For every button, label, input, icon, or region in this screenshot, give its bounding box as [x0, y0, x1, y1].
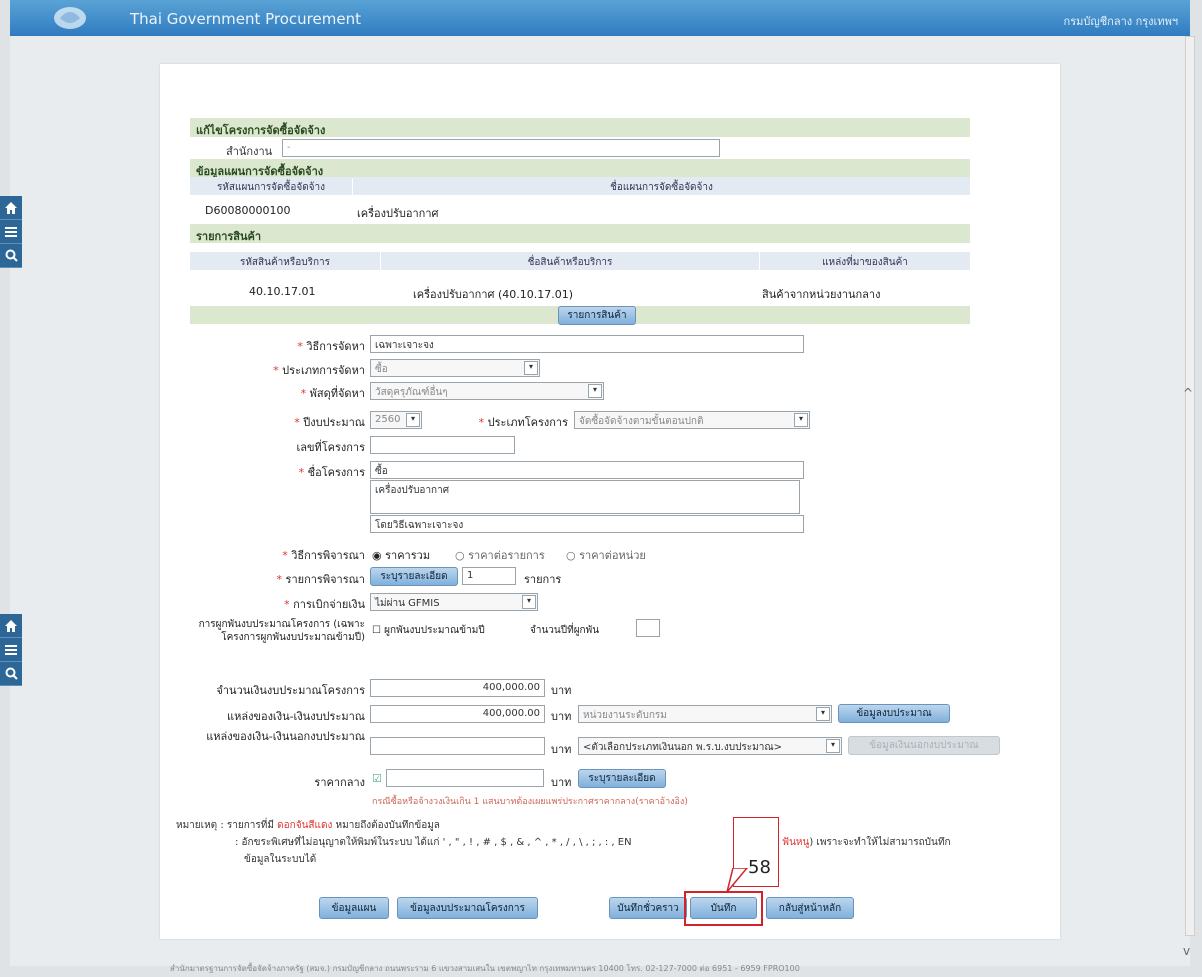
- home-icon[interactable]: [0, 614, 22, 638]
- menu-icon[interactable]: [0, 638, 22, 662]
- chevron-down-icon: ▾: [826, 739, 840, 753]
- side-toolbar-top: [0, 196, 22, 268]
- scrollbar-thumb[interactable]: [1185, 36, 1195, 936]
- search-icon[interactable]: [0, 244, 22, 268]
- source-select[interactable]: หน่วยงานระดับกรม ▾: [578, 705, 832, 723]
- items-col-name: ชื่อสินค้าหรือบริการ: [381, 252, 759, 270]
- commit-checkbox[interactable]: ☐ ผูกพันงบประมาณข้ามปี: [372, 623, 485, 638]
- budget-year-select[interactable]: 2560 ▾: [370, 411, 422, 429]
- plan-col-name: ชื่อแผนการจัดซื้อจัดจ้าง: [353, 177, 970, 195]
- department-name: กรมบัญชีกลาง กรุงเทพฯ: [1063, 15, 1178, 28]
- note-line-1: หมายเหตุ : รายการที่มี ดอกจันสีแดง หมายถ…: [176, 820, 440, 831]
- chevron-down-icon: ▾: [406, 413, 420, 427]
- section-project-header: แก้ไขโครงการจัดซื้อจัดจ้าง: [190, 118, 970, 137]
- method-field[interactable]: เฉพาะเจาะจง: [370, 335, 804, 353]
- section-plan-header: ข้อมูลแผนการจัดซื้อจัดจ้าง: [190, 159, 970, 178]
- plan-code: D60080000100: [205, 204, 291, 217]
- median-price-unit: บาท: [551, 776, 572, 789]
- chevron-down-icon: ▾: [522, 595, 536, 609]
- median-price-note: กรณีซื้อหรือจ้างวงเงินเกิน 1 แสนบาทต้องเ…: [372, 797, 688, 807]
- project-type-label: * ประเภทโครงการ: [478, 416, 568, 429]
- criteria-items-label: * รายการพิจารณา: [276, 573, 365, 586]
- note-line-3: ข้อมูลในระบบได้: [244, 854, 317, 865]
- outside-source-field[interactable]: [370, 737, 545, 755]
- source-field[interactable]: 400,000.00: [370, 705, 545, 723]
- item-source: สินค้าจากหน่วยงานกลาง: [762, 288, 881, 301]
- project-name-field-1[interactable]: ซื้อ: [370, 461, 804, 479]
- chevron-down-icon: ▾: [794, 413, 808, 427]
- note-line-2: : อักขระพิเศษที่ไม่อนุญาตให้พิมพ์ในระบบ …: [235, 837, 632, 848]
- logo-icon: [54, 7, 86, 29]
- project-no-field[interactable]: [370, 436, 515, 454]
- commit-years-label: จำนวนปีที่ผูกพัน: [530, 625, 600, 636]
- plan-col-code: รหัสแผนการจัดซื้อจัดจ้าง: [190, 177, 352, 195]
- chevron-down-icon: ▾: [524, 361, 538, 375]
- menu-icon[interactable]: [0, 220, 22, 244]
- method-label: * วิธีการจัดหา: [297, 340, 365, 353]
- commit-label: การผูกพันงบประมาณโครงการ (เฉพาะโครงการผู…: [198, 619, 365, 643]
- project-budget-button[interactable]: ข้อมูลงบประมาณโครงการ: [397, 897, 538, 919]
- save-draft-button[interactable]: บันทึกชั่วคราว: [609, 897, 687, 919]
- items-list-button[interactable]: รายการสินค้า: [558, 306, 636, 325]
- median-price-detail-button[interactable]: ระบุรายละเอียด: [578, 769, 666, 788]
- outside-source-label: แหล่งของเงิน-เงินนอกงบประมาณ: [206, 730, 365, 743]
- agency-label-text: สำนักงาน: [226, 145, 273, 158]
- criteria-items-unit: รายการ: [524, 573, 562, 586]
- project-name-label: * ชื่อโครงการ: [298, 466, 365, 479]
- budget-field[interactable]: 400,000.00: [370, 679, 545, 697]
- items-col-code: รหัสสินค้าหรือบริการ: [190, 252, 380, 270]
- step-number: 58: [748, 857, 771, 878]
- budget-label: จำนวนเงินงบประมาณโครงการ: [216, 684, 365, 697]
- median-price-label: ราคากลาง: [314, 776, 365, 789]
- plan-info-button[interactable]: ข้อมูลแผน: [319, 897, 389, 919]
- outside-source-unit: บาท: [551, 743, 572, 756]
- search-icon[interactable]: [0, 662, 22, 686]
- plan-name: เครื่องปรับอากาศ: [357, 207, 439, 220]
- disburse-label: * การเบิกจ่ายเงิน: [284, 598, 365, 611]
- commit-years-field[interactable]: [636, 619, 660, 637]
- agency-field[interactable]: -: [282, 139, 720, 157]
- chevron-down-icon: ▾: [588, 384, 602, 398]
- items-col-source: แหล่งที่มาของสินค้า: [760, 252, 970, 270]
- supply-select[interactable]: วัสดุครุภัณฑ์อื่นๆ ▾: [370, 382, 604, 400]
- save-button-highlight: [684, 891, 763, 926]
- app-title: Thai Government Procurement: [130, 10, 361, 28]
- page-scrollbar[interactable]: ^ v: [1183, 36, 1196, 966]
- top-banner: Thai Government Procurement กรมบัญชีกลาง…: [10, 0, 1190, 36]
- note-line-2b: ฟันหนู) เพราะจะทำให้ไม่สามารถบันทึก: [782, 837, 951, 848]
- project-no-label: เลขที่โครงการ: [296, 441, 365, 454]
- criteria-detail-button[interactable]: ระบุรายละเอียด: [370, 567, 458, 586]
- source-unit: บาท: [551, 710, 572, 723]
- budget-info-button[interactable]: ข้อมูลงบประมาณ: [838, 704, 950, 723]
- back-home-button[interactable]: กลับสู่หน้าหลัก: [766, 897, 854, 919]
- median-price-field[interactable]: [386, 769, 544, 787]
- scroll-up-icon[interactable]: ^: [1183, 386, 1193, 400]
- project-name-field-2[interactable]: เครื่องปรับอากาศ: [370, 480, 800, 514]
- scroll-down-icon[interactable]: v: [1183, 944, 1190, 958]
- outside-source-select[interactable]: <ตัวเลือกประเภทเงินนอก พ.ร.บ.งบประมาณ> ▾: [578, 737, 842, 755]
- project-name-field-3[interactable]: โดยวิธีเฉพาะเจาะจง: [370, 515, 804, 533]
- supply-label: * พัสดุที่จัดหา: [300, 387, 365, 400]
- criteria-label: * วิธีการพิจารณา: [282, 549, 365, 562]
- criteria-items-count[interactable]: 1: [462, 567, 516, 585]
- outside-budget-button[interactable]: ข้อมูลเงินนอกงบประมาณ: [848, 736, 1000, 755]
- project-type-select[interactable]: จัดซื้อจัดจ้างตามขั้นตอนปกติ ▾: [574, 411, 810, 429]
- criteria-radio-unit[interactable]: ○ ราคาต่อหน่วย: [566, 546, 646, 564]
- footer-text: สำนักมาตรฐานการจัดซื้อจัดจ้างภาครัฐ (สมจ…: [170, 964, 800, 973]
- budget-unit: บาท: [551, 684, 572, 697]
- criteria-radio-total[interactable]: ◉ ราคารวม: [372, 546, 430, 564]
- type-select[interactable]: ซื้อ ▾: [370, 359, 540, 377]
- home-icon[interactable]: [0, 196, 22, 220]
- side-toolbar-bottom: [0, 614, 22, 686]
- source-label: แหล่งของเงิน-เงินงบประมาณ: [226, 710, 365, 723]
- item-code: 40.10.17.01: [249, 285, 316, 298]
- chevron-down-icon: ▾: [816, 707, 830, 721]
- item-name: เครื่องปรับอากาศ (40.10.17.01): [413, 288, 574, 301]
- criteria-radio-item[interactable]: ○ ราคาต่อรายการ: [455, 546, 545, 564]
- budget-year-label: * ปีงบประมาณ: [294, 416, 365, 429]
- section-items-header: รายการสินค้า: [190, 224, 970, 243]
- disburse-select[interactable]: ไม่ผ่าน GFMIS ▾: [370, 593, 538, 611]
- type-label: * ประเภทการจัดหา: [273, 364, 365, 377]
- median-price-check[interactable]: ☑: [372, 772, 382, 785]
